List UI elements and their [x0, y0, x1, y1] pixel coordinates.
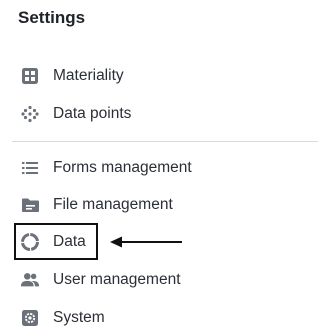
- menu-item-label: Materiality: [53, 67, 124, 84]
- people-icon: [20, 270, 40, 290]
- menu-item-label: Forms management: [53, 159, 192, 176]
- menu-item-forms-management[interactable]: Forms management: [20, 154, 290, 182]
- menu-item-label: File management: [53, 196, 173, 213]
- grid-icon: [20, 66, 40, 86]
- divider: [12, 141, 318, 142]
- menu-item-label: User management: [53, 271, 181, 288]
- menu-item-user-management[interactable]: User management: [20, 266, 290, 294]
- folder-icon: [20, 195, 40, 215]
- settings-box-icon: [20, 308, 40, 328]
- menu-item-label: Data points: [53, 105, 132, 122]
- menu-item-label: System: [53, 309, 105, 326]
- dots-grid-icon: [20, 104, 40, 124]
- menu-item-data-points[interactable]: Data points: [20, 100, 290, 128]
- page-title: Settings: [18, 8, 86, 27]
- menu-item-file-management[interactable]: File management: [20, 191, 290, 219]
- menu-item-system[interactable]: System: [20, 304, 290, 332]
- menu-item-materiality[interactable]: Materiality: [20, 62, 290, 90]
- annotation-highlight-box: [14, 223, 98, 260]
- list-icon: [20, 158, 40, 178]
- annotation-arrow-icon: [110, 236, 182, 248]
